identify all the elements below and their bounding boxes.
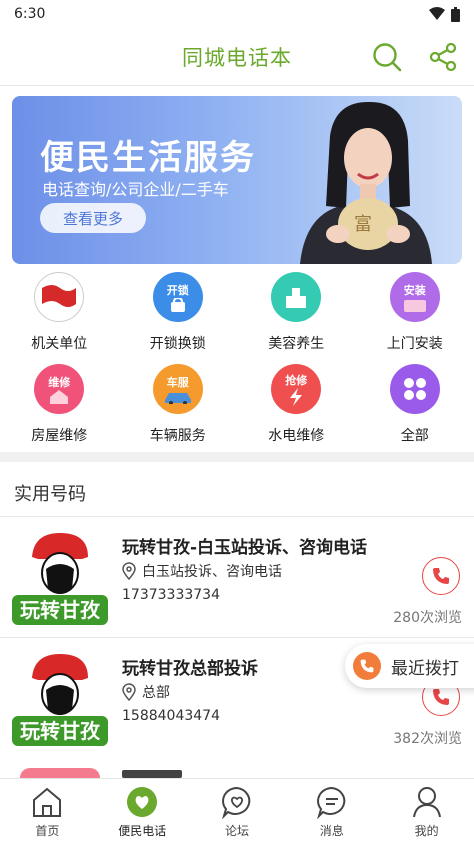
category-installation[interactable]: 安装 上门安装 [356,272,474,356]
app-header: 同城电话本 [0,28,474,86]
category-all[interactable]: 全部 [356,364,474,448]
profile-icon [412,787,441,818]
listing-views: 280次浏览 [393,610,462,626]
category-badge: 安装 [403,284,426,297]
banner-title: 便民生活服务 [40,138,256,178]
category-badge: 车服 [166,376,189,389]
tab-label: 便民电话 [118,824,167,838]
banner-person-illustration: 富 [300,101,432,264]
lock-icon: 开锁 [152,272,203,322]
category-grid: 机关单位 开锁 开锁换锁 美容养生 安装 上门安装 维修 房屋维修 车服 车辆服… [0,272,474,448]
forum-heart-icon [222,786,251,819]
share-button[interactable] [426,40,460,74]
house-repair-icon: 维修 [34,364,85,414]
status-bar: 6:30 [0,0,474,28]
promo-banner[interactable]: 便民生活服务 电话查询/公司企业/二手车 查看更多 富 [12,96,462,264]
tab-label: 论坛 [224,824,249,838]
car-icon: 车服 [152,364,203,414]
listing-address-text: 总部 [142,685,170,701]
tab-profile[interactable]: 我的 [379,779,474,844]
category-vehicle[interactable]: 车服 车辆服务 [119,364,238,448]
bolt-icon: 抢修 [271,364,322,414]
category-utilities[interactable]: 抢修 水电维修 [237,364,356,448]
section-title: 实用号码 [14,484,86,505]
listing-address-text: 白玉站投诉、咨询电话 [142,564,282,580]
category-label: 开锁换锁 [149,336,206,352]
search-icon [373,43,402,72]
phone-icon [353,652,381,680]
category-label: 美容养生 [268,336,325,352]
category-label: 水电维修 [268,428,325,444]
category-label: 机关单位 [31,336,88,352]
listing-logo: 玩转甘孜 [12,533,108,625]
recent-calls-button[interactable]: 最近拨打 [345,644,474,688]
category-label: 车辆服务 [149,428,206,444]
tab-label: 消息 [319,824,344,838]
category-badge: 抢修 [285,374,308,387]
status-time: 6:30 [14,6,46,22]
recent-calls-label: 最近拨打 [391,658,459,679]
listing-logo-text: 玩转甘孜 [20,598,101,622]
phone-icon [433,568,449,584]
category-label: 上门安装 [386,336,443,352]
location-pin-icon [122,562,136,580]
category-house-repair[interactable]: 维修 房屋维修 [0,364,119,448]
category-beauty[interactable]: 美容养生 [237,272,356,356]
listing-logo: 玩转甘孜 [12,654,108,746]
message-icon [316,786,346,819]
listing-name: 玩转甘孜总部投诉 [122,659,258,679]
flag-icon [34,272,85,322]
section-divider [0,452,474,462]
tab-forum[interactable]: 论坛 [190,779,285,844]
tab-label: 首页 [35,824,60,838]
next-listing-logo-peek [20,768,100,778]
listing-address: 总部 [122,682,170,702]
listing-phone: 15884043474 [122,708,220,724]
next-listing-name-peek [122,770,182,778]
tab-home[interactable]: 首页 [0,779,95,844]
listing-phone: 17373333734 [122,587,220,603]
battery-icon [451,6,460,22]
category-locksmith[interactable]: 开锁 开锁换锁 [119,272,238,356]
category-badge: 开锁 [166,284,189,297]
phone-icon [433,689,449,705]
location-pin-icon [122,683,136,701]
home-icon [33,787,62,817]
status-icons [429,6,460,22]
install-icon: 安装 [389,272,440,322]
wifi-icon [429,7,445,20]
call-button[interactable] [422,557,460,595]
listing-name: 玩转甘孜-白玉站投诉、咨询电话 [122,538,368,558]
grid-icon [389,364,440,414]
tab-messages[interactable]: 消息 [284,779,379,844]
share-icon [429,42,457,72]
page-title: 同城电话本 [182,45,292,70]
search-button[interactable] [370,40,404,74]
svg-text:富: 富 [354,214,372,235]
category-badge: 维修 [48,376,71,389]
listing-views: 382次浏览 [393,731,462,747]
bottom-tab-bar: 首页 便民电话 论坛 消息 我的 [0,778,474,844]
listing-card[interactable]: 玩转甘孜 玩转甘孜-白玉站投诉、咨询电话 白玉站投诉、咨询电话 17373333… [0,517,474,637]
listing-logo-text: 玩转甘孜 [20,719,101,743]
heart-location-icon [127,787,158,817]
category-government[interactable]: 机关单位 [0,272,119,356]
tab-phonebook[interactable]: 便民电话 [95,779,190,844]
category-label: 全部 [400,428,429,444]
banner-more-button[interactable]: 查看更多 [40,203,146,233]
category-label: 房屋维修 [31,428,88,444]
banner-subtitle: 电话查询/公司企业/二手车 [42,180,229,199]
spa-icon [271,272,322,322]
listing-address: 白玉站投诉、咨询电话 [122,561,282,581]
tab-label: 我的 [414,824,439,838]
